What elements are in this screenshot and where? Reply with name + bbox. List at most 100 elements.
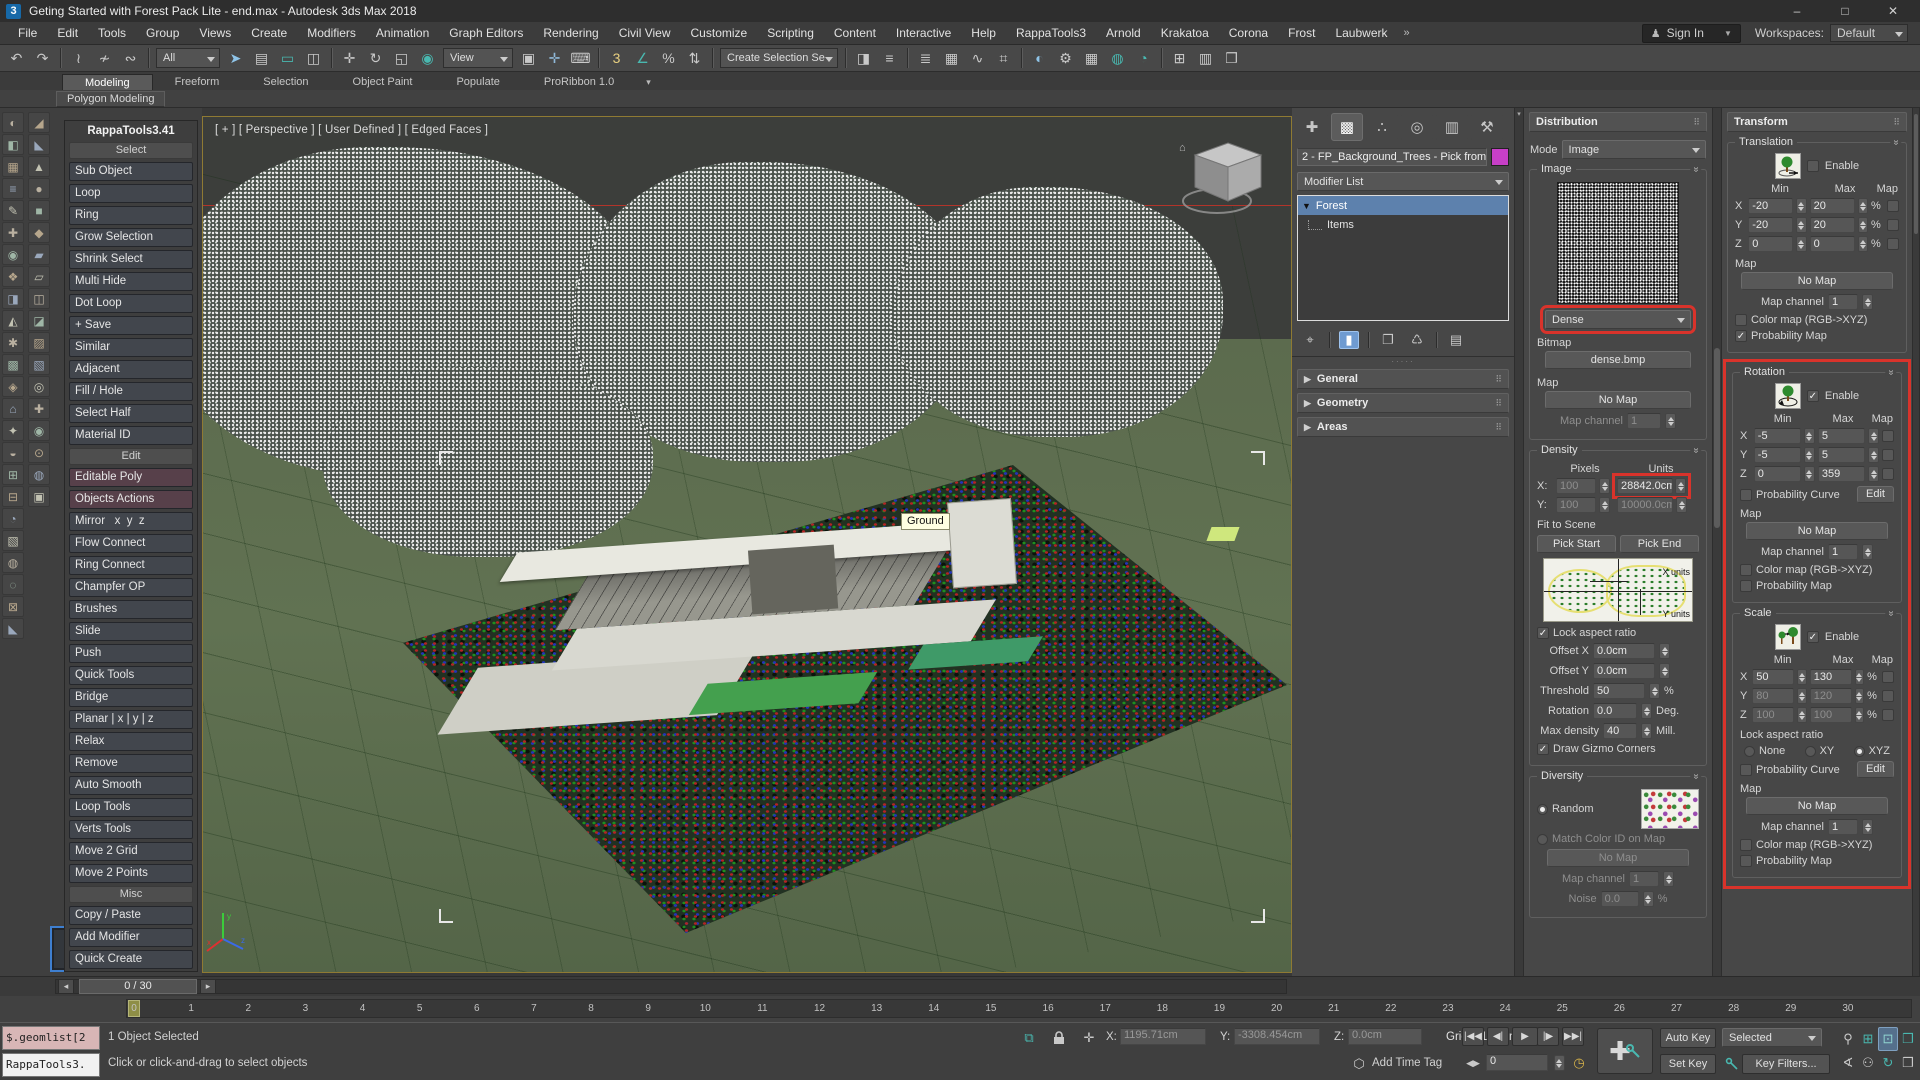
spinner[interactable] bbox=[1868, 466, 1879, 482]
field-of-view-icon[interactable]: ∢ bbox=[1838, 1051, 1858, 1075]
zoom-icon[interactable]: ⚲ bbox=[1838, 1027, 1858, 1051]
rappatools-button-similar[interactable]: Similar bbox=[69, 338, 193, 357]
spinner[interactable] bbox=[1797, 688, 1807, 704]
rappatools-button-material-id[interactable]: Material ID bbox=[69, 426, 193, 445]
min-field[interactable]: 50 bbox=[1752, 669, 1794, 685]
modifier-stack-item-forest[interactable]: ▼ Forest bbox=[1298, 196, 1508, 215]
tool-icon[interactable]: ⌂ bbox=[2, 398, 24, 419]
layer-manager-icon[interactable]: ≣ bbox=[913, 46, 938, 70]
rappatools-button-bridge[interactable]: Bridge bbox=[69, 688, 193, 707]
window-crossing-icon[interactable]: ◫ bbox=[301, 46, 326, 70]
rendered-frame-icon[interactable]: ▦ bbox=[1079, 46, 1104, 70]
rappatools-button-mirror-x-y-z[interactable]: Mirror x y z bbox=[69, 512, 193, 531]
tool-icon[interactable]: ✚ bbox=[28, 398, 50, 419]
spinner[interactable] bbox=[1641, 723, 1652, 739]
max-field[interactable]: 5 bbox=[1818, 428, 1865, 444]
tool-icon[interactable]: ◍ bbox=[28, 464, 50, 485]
menu-help[interactable]: Help bbox=[961, 22, 1006, 44]
spinner[interactable] bbox=[1599, 478, 1610, 494]
ribbon-tab-freeform[interactable]: Freeform bbox=[153, 74, 242, 90]
spinner[interactable] bbox=[1855, 707, 1865, 723]
close-button[interactable]: ✕ bbox=[1886, 4, 1900, 18]
next-frame-arrow[interactable]: ▸ bbox=[200, 979, 216, 994]
menu-krakatoa[interactable]: Krakatoa bbox=[1151, 22, 1219, 44]
translation-probability-map-checkbox[interactable] bbox=[1735, 330, 1747, 342]
absolute-mode-icon[interactable]: ✛ bbox=[1078, 1028, 1100, 1048]
tool-icon[interactable]: ▲ bbox=[28, 156, 50, 177]
scrollbar[interactable] bbox=[1912, 108, 1920, 976]
min-field[interactable]: 0 bbox=[1754, 466, 1801, 482]
align-icon[interactable]: ≡ bbox=[877, 46, 902, 70]
group-collapse-icon[interactable]: » bbox=[1691, 774, 1702, 780]
rotation-enable-checkbox[interactable] bbox=[1807, 390, 1819, 402]
render-setup-icon[interactable]: ⚙ bbox=[1053, 46, 1078, 70]
track-bar[interactable]: 0123456789101112131415161718192021222324… bbox=[0, 996, 1920, 1022]
menu-file[interactable]: File bbox=[8, 22, 47, 44]
menu-corona[interactable]: Corona bbox=[1219, 22, 1278, 44]
min-field[interactable]: 80 bbox=[1752, 688, 1794, 704]
select-and-scale-icon[interactable]: ◱ bbox=[389, 46, 414, 70]
tool-icon[interactable]: ▨ bbox=[28, 332, 50, 353]
schematic-view-icon[interactable]: ⌗ bbox=[991, 46, 1016, 70]
zoom-region-icon[interactable]: ❒ bbox=[1898, 1027, 1918, 1051]
map-checkbox[interactable] bbox=[1882, 709, 1894, 721]
offset-y-field[interactable]: 0.0cm bbox=[1593, 663, 1655, 679]
named-selection-sets-dropdown[interactable]: Create Selection Se bbox=[720, 48, 838, 68]
translation-map-channel-field[interactable]: 1 bbox=[1828, 294, 1858, 310]
diversity-map-channel-field[interactable]: 1 bbox=[1629, 871, 1659, 887]
diversity-map-button[interactable]: No Map bbox=[1547, 849, 1689, 867]
lock-xyz-radio[interactable] bbox=[1854, 746, 1865, 757]
render-production-icon[interactable]: ◍ bbox=[1105, 46, 1130, 70]
ribbon-tab-object-paint[interactable]: Object Paint bbox=[331, 74, 435, 90]
orbit-icon[interactable]: ↻ bbox=[1878, 1051, 1898, 1075]
map-checkbox[interactable] bbox=[1882, 449, 1894, 461]
tool-icon[interactable]: ◣ bbox=[2, 618, 24, 639]
menu-rendering[interactable]: Rendering bbox=[533, 22, 608, 44]
menu-edit[interactable]: Edit bbox=[47, 22, 88, 44]
maxscript-mini-listener-line1[interactable]: $.geomlist[2 bbox=[2, 1026, 100, 1050]
menu-scripting[interactable]: Scripting bbox=[757, 22, 824, 44]
menu-arnold[interactable]: Arnold bbox=[1096, 22, 1151, 44]
minimize-button[interactable]: – bbox=[1790, 4, 1804, 18]
maximize-viewport-icon[interactable]: ❒ bbox=[1219, 46, 1244, 70]
coord-z-field[interactable]: 0.0cm bbox=[1348, 1028, 1422, 1045]
rotation-field[interactable]: 0.0 bbox=[1593, 703, 1637, 719]
rectangular-selection-icon[interactable]: ▭ bbox=[275, 46, 300, 70]
draw-gizmo-checkbox[interactable] bbox=[1537, 743, 1549, 755]
set-key-button[interactable]: Set Key bbox=[1660, 1054, 1716, 1074]
rappatools-button-champfer-op[interactable]: Champfer OP bbox=[69, 578, 193, 597]
spinner[interactable] bbox=[1643, 891, 1654, 907]
spinner[interactable] bbox=[1641, 703, 1652, 719]
rotation-map-channel-field[interactable]: 1 bbox=[1828, 544, 1858, 560]
map-checkbox[interactable] bbox=[1882, 690, 1894, 702]
remove-modifier-icon[interactable]: ♺ bbox=[1407, 331, 1427, 349]
match-color-id-radio[interactable] bbox=[1537, 834, 1548, 845]
translation-color-map-checkbox[interactable] bbox=[1735, 314, 1747, 326]
tool-icon[interactable]: ◈ bbox=[2, 376, 24, 397]
tool-icon[interactable]: ◭ bbox=[2, 310, 24, 331]
scale-map-channel-field[interactable]: 1 bbox=[1828, 819, 1858, 835]
rappatools-button-auto-smooth[interactable]: Auto Smooth bbox=[69, 776, 193, 795]
rappatools-button-dot-loop[interactable]: Dot Loop bbox=[69, 294, 193, 313]
sign-in-button[interactable]: ♟ Sign In ▼ bbox=[1642, 24, 1741, 43]
snaps-toggle-icon[interactable]: 3 bbox=[604, 46, 629, 70]
redo-icon[interactable]: ↷ bbox=[30, 46, 55, 70]
bind-to-space-warp-icon[interactable]: ∾ bbox=[118, 46, 143, 70]
rollout-distribution[interactable]: Distribution ⠿ bbox=[1529, 112, 1707, 132]
selection-filter-dropdown[interactable]: All bbox=[156, 48, 220, 68]
current-frame-field[interactable]: 0 bbox=[1486, 1054, 1548, 1071]
zoom-extents-selected-icon[interactable]: ⊡ bbox=[1878, 1027, 1898, 1051]
noise-field[interactable]: 0.0 bbox=[1601, 891, 1639, 907]
min-field[interactable]: 100 bbox=[1752, 707, 1794, 723]
tool-icon[interactable]: ◆ bbox=[28, 222, 50, 243]
selection-lock-icon[interactable] bbox=[1048, 1028, 1070, 1048]
modify-tab[interactable]: ▩ bbox=[1331, 113, 1363, 141]
rappatools-button-relax[interactable]: Relax bbox=[69, 732, 193, 751]
menu-interactive[interactable]: Interactive bbox=[886, 22, 961, 44]
scrollbar[interactable]: ▾ bbox=[1514, 108, 1524, 976]
spinner[interactable] bbox=[1675, 478, 1686, 494]
tool-icon[interactable]: ◣ bbox=[28, 134, 50, 155]
scale-probability-map-checkbox[interactable] bbox=[1740, 855, 1752, 867]
previous-frame-arrow[interactable]: ◂ bbox=[58, 979, 74, 994]
object-color-swatch[interactable] bbox=[1491, 148, 1509, 166]
